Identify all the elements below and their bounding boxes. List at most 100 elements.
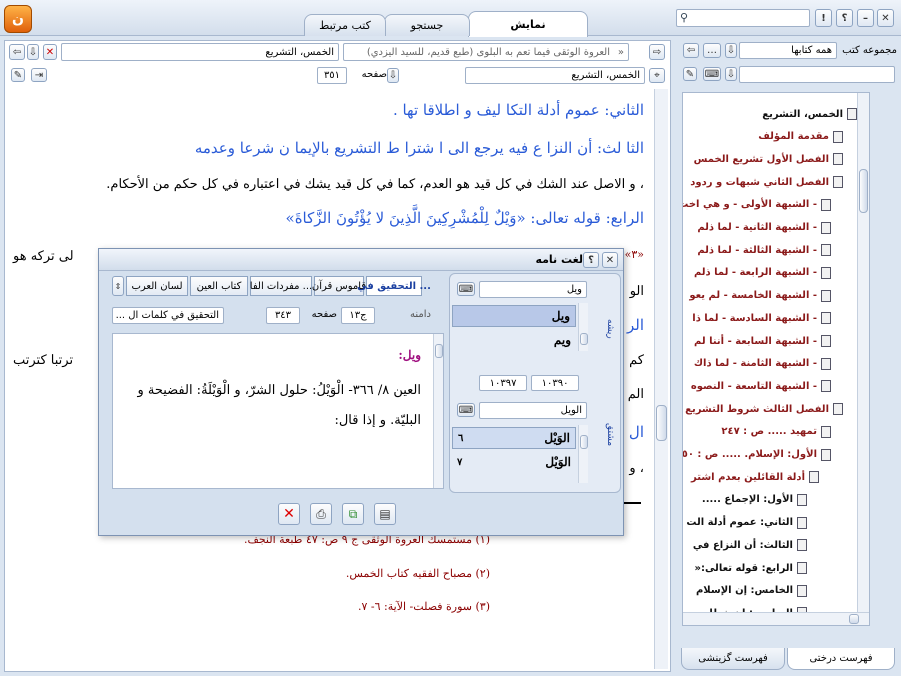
tree-item[interactable]: الفصل الثاني شبهات و ردود — [690, 171, 843, 193]
dict-tab-lisan[interactable]: لسان العرب — [126, 276, 188, 296]
keyboard-icon[interactable]: ⌨ — [703, 67, 721, 81]
nav-down-button[interactable]: ⇩ — [27, 44, 39, 60]
collection-select[interactable]: همه كتابها — [739, 42, 837, 59]
tree-item[interactable]: مقدمة المؤلف — [758, 126, 843, 148]
copy-button[interactable]: ⧉ — [342, 503, 364, 525]
dict-tab-ain[interactable]: كتاب العين — [190, 276, 248, 296]
root-keyboard-icon[interactable]: ⌨ — [457, 282, 475, 296]
export-icon[interactable]: ⇥ — [31, 68, 47, 82]
tree-item[interactable]: - الشبهة الثانية - لما ذلم — [697, 217, 831, 239]
book-title-field[interactable]: العروة الوثقى فيما تعم به البلوى (طبع قد… — [343, 43, 629, 61]
dict-tab-mufradat[interactable]: مفردات الفا ... — [250, 276, 312, 296]
tree-item[interactable]: - الشبهة التاسعة - النصوه — [691, 375, 831, 397]
tree-item[interactable]: أدلة القائلين بعدم اشتر — [691, 466, 819, 488]
word-input[interactable]: الويل — [479, 402, 587, 419]
tree-item[interactable]: الخامس: إن الإسلام — [696, 580, 807, 602]
title-bar: ن نمایش جستجو کتب مرتبط ⚲ ! ؟ – ✕ — [0, 0, 901, 37]
close-section-button[interactable]: ✕ — [43, 44, 57, 60]
tree-item[interactable]: - الشبهة الأولى - و هي اخت — [683, 194, 831, 216]
dialog-help-button[interactable]: ؟ — [583, 252, 599, 268]
minimize-button[interactable]: – — [857, 9, 874, 27]
dialog-close-button[interactable]: ✕ — [602, 252, 618, 268]
section-title-field[interactable]: الخمس، التشريع — [61, 43, 339, 61]
tree-item[interactable]: الفصل الأول تشريع الخمس — [694, 148, 843, 170]
document-icon — [821, 198, 831, 211]
tab-tree-index[interactable]: فهرست درختی — [787, 648, 895, 670]
bookmark-icon[interactable]: ⌖ — [649, 68, 665, 83]
tree-item[interactable]: الأول: الإجماع ..... — [702, 489, 807, 511]
page-down-button[interactable]: ⇩ — [387, 68, 399, 83]
word-list-item-selected[interactable]: ٦ الوَيْل — [452, 427, 576, 449]
tabs-scroll-button[interactable]: ⇕ — [112, 276, 124, 296]
tree-hscrollbar[interactable] — [683, 612, 869, 625]
nav-forward-button[interactable]: ⇨ — [649, 44, 665, 60]
global-search-input[interactable]: ⚲ — [676, 9, 810, 27]
tree-item[interactable]: - الشبهة الخامسة - لم يعو — [689, 285, 831, 307]
wrench-icon[interactable]: ✎ — [11, 68, 25, 82]
alert-button[interactable]: ! — [815, 9, 832, 27]
tree-scrollbar[interactable] — [857, 93, 869, 613]
word-list-item[interactable]: ٧ الوَيْل — [452, 451, 576, 473]
tree-item[interactable]: - الشبهة السابعة - أننا لم — [694, 330, 831, 352]
tree-item[interactable]: الأول: الإسلام. ..... ص : ٥٠ — [683, 444, 831, 466]
tree-item[interactable]: الثالث: أن النزاع في — [693, 534, 807, 556]
note-button[interactable]: ▤ — [374, 503, 396, 525]
root-input[interactable]: ويل — [479, 281, 587, 298]
root-scrollbar[interactable] — [578, 303, 588, 351]
tree-item[interactable]: - الشبهة الرابعة - لما ذلم — [694, 262, 831, 284]
root-list-item-selected[interactable]: ويل — [452, 305, 576, 327]
range-to-field[interactable]: ١٠٣٩٠ — [531, 375, 579, 391]
tree-item[interactable]: - الشبهة السادسة - لما ذا — [692, 307, 831, 329]
document-icon — [797, 516, 807, 529]
tree-item[interactable]: - الشبهة الثامنة - لما ذاك — [694, 353, 831, 375]
root-list-item[interactable]: ويم — [452, 329, 576, 351]
main-scrollbar[interactable] — [654, 89, 668, 669]
word-keyboard-icon[interactable]: ⌨ — [457, 403, 475, 417]
tree-item[interactable]: الفصل الثالث شروط التشريع — [685, 398, 843, 420]
entry-scrollbar[interactable] — [433, 334, 443, 488]
range-from-field[interactable]: ١٠٣٩٧ — [479, 375, 527, 391]
source-field[interactable]: التحقيق في كلمات ال ... — [112, 307, 224, 324]
side-wrench-icon[interactable]: ✎ — [683, 67, 697, 81]
dict-tab-tahqiq[interactable]: التحقيق في ... — [357, 276, 431, 296]
word-scroll-thumb[interactable] — [580, 435, 588, 449]
document-icon — [821, 266, 831, 279]
dialog-page-input[interactable]: ٣٤٣ — [266, 307, 300, 324]
tab-selective-index[interactable]: فهرست گزينشی — [681, 648, 785, 670]
tree-item[interactable]: - الشبهة الثالثة - لما ذلم — [697, 239, 831, 261]
main-scroll-thumb[interactable] — [656, 405, 667, 441]
section-combo[interactable]: الخمس، التشريع — [465, 67, 645, 84]
tree-hscroll-thumb[interactable] — [849, 614, 859, 624]
side-down-button-2[interactable]: ⇩ — [725, 67, 737, 81]
partial-left-2: ترتبا كترتب — [13, 353, 74, 368]
close-button[interactable]: ✕ — [877, 9, 894, 27]
document-icon — [809, 471, 819, 484]
word-text: الوَيْل — [544, 431, 570, 445]
tab-display[interactable]: نمایش — [468, 11, 588, 37]
tree-item[interactable]: الثاني: عموم أدلة الت — [686, 512, 807, 534]
tree-item[interactable]: الرابع: قوله تعالى:« — [694, 557, 807, 579]
root-scroll-thumb[interactable] — [580, 333, 588, 345]
search-icon: ⚲ — [680, 11, 689, 24]
tree-item[interactable]: تمهيد ..... ص : ٢٤٧ — [721, 421, 831, 443]
tree-filter-input[interactable] — [739, 66, 895, 83]
nav-back-button[interactable]: ⇦ — [9, 44, 25, 60]
tab-related-books[interactable]: کتب مرتبط — [304, 14, 386, 36]
entry-scroll-thumb[interactable] — [435, 344, 443, 358]
word-scrollbar[interactable] — [578, 425, 588, 483]
root-list: ويل ويم — [452, 303, 588, 353]
side-back-button[interactable]: ⇦ — [683, 43, 699, 58]
volume-input[interactable]: ج١٣ — [341, 307, 375, 324]
tab-search[interactable]: جستجو — [384, 14, 470, 36]
help-button[interactable]: ؟ — [836, 9, 853, 27]
tree-item[interactable]: الخمس، التشريع — [762, 103, 857, 125]
print-button[interactable]: ⎙ — [310, 503, 332, 525]
tree-item-label: - الشبهة التاسعة - النصوه — [690, 380, 817, 392]
entry-text: العين ٨/ ٣٦٦- الْوَيْلُ: حلول الشرّ، و ا… — [137, 383, 421, 428]
side-more-button[interactable]: … — [703, 43, 721, 58]
tree-scroll-thumb[interactable] — [859, 169, 868, 213]
dialog-cancel-button[interactable]: ✕ — [278, 503, 300, 525]
page-number-input[interactable]: ٣٥١ — [317, 67, 347, 84]
side-down-button[interactable]: ⇩ — [725, 43, 737, 58]
app-logo[interactable]: ن — [4, 5, 32, 33]
